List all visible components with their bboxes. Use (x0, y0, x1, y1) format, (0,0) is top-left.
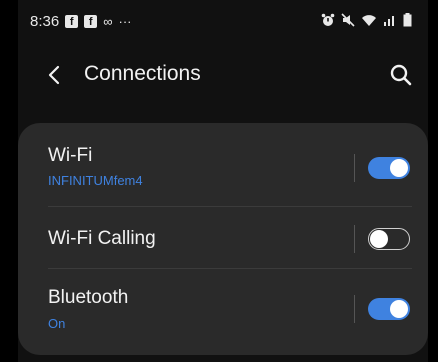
voicemail-icon: ∞ (103, 14, 113, 29)
bluetooth-row[interactable]: Bluetooth On (18, 273, 428, 343)
bluetooth-title: Bluetooth (48, 287, 129, 308)
facebook-icon: f (84, 15, 98, 28)
facebook-icon: f (65, 15, 79, 28)
status-left: 8:36 f f ∞ ··· (30, 13, 131, 30)
toggle-knob (390, 159, 408, 177)
phone-screen: 8:36 f f ∞ ··· Connections Wi-Fi INFINIT… (18, 0, 428, 362)
wifi-calling-row[interactable]: Wi-Fi Calling (18, 207, 428, 277)
wifi-title: Wi-Fi (48, 145, 93, 166)
status-time: 8:36 (30, 13, 60, 30)
wifi-calling-toggle[interactable] (368, 228, 410, 250)
wifi-calling-title: Wi-Fi Calling (48, 228, 156, 249)
chevron-left-icon (48, 65, 60, 85)
search-button[interactable] (386, 60, 416, 90)
signal-icon (384, 16, 394, 26)
wifi-toggle[interactable] (368, 157, 410, 179)
bluetooth-toggle[interactable] (368, 298, 410, 320)
search-icon (390, 64, 412, 86)
overflow-dots: ··· (118, 14, 132, 29)
toggle-knob (369, 229, 388, 248)
divider (48, 268, 412, 269)
row-separator (354, 295, 355, 323)
top-app-bar: Connections (18, 50, 428, 100)
wifi-network-name: INFINITUMfem4 (48, 173, 143, 188)
status-bar: 8:36 f f ∞ ··· (18, 0, 428, 44)
mute-icon (341, 13, 355, 27)
alarm-icon (321, 13, 335, 26)
battery-icon (403, 13, 412, 27)
toggle-knob (390, 300, 408, 318)
back-button[interactable] (40, 60, 70, 90)
status-right (321, 13, 412, 27)
row-separator (354, 154, 355, 182)
row-separator (354, 225, 355, 253)
page-title: Connections (84, 62, 201, 85)
connections-card: Wi-Fi INFINITUMfem4 Wi-Fi Calling Blueto… (18, 123, 428, 355)
wifi-icon (362, 15, 376, 26)
bluetooth-status: On (48, 316, 66, 331)
wifi-row[interactable]: Wi-Fi INFINITUMfem4 (18, 133, 428, 203)
